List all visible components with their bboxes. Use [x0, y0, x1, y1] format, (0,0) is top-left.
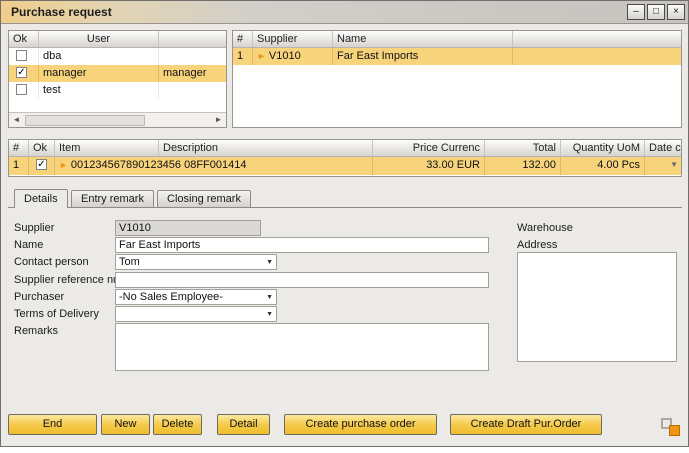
- items-col-date[interactable]: Date c: [645, 140, 681, 156]
- name-label: Name: [14, 239, 43, 251]
- terms-of-delivery-label: Terms of Delivery: [14, 308, 99, 320]
- suppliers-col-filler: [513, 31, 681, 47]
- item-code-cell: ►001234567890123456 08FF001414: [55, 157, 373, 175]
- suppliers-col-supplier[interactable]: Supplier: [253, 31, 333, 47]
- supplier-name-cell: Far East Imports: [333, 48, 513, 65]
- user-row-manager[interactable]: ✓ manager manager: [9, 65, 226, 82]
- items-col-number[interactable]: #: [9, 140, 29, 156]
- delete-button[interactable]: Delete: [153, 414, 202, 435]
- items-grid-header: # Ok Item Description Price Currenc Tota…: [9, 140, 681, 157]
- user-ok-checkbox[interactable]: ✓: [16, 67, 27, 78]
- create-purchase-order-button[interactable]: Create purchase order: [284, 414, 437, 435]
- tab-strip-divider: [8, 207, 682, 208]
- items-grid: # Ok Item Description Price Currenc Tota…: [8, 139, 682, 177]
- items-col-quantity[interactable]: Quantity UoM: [561, 140, 645, 156]
- supplier-reference-label: Supplier reference nu: [14, 274, 119, 286]
- end-button[interactable]: End: [8, 414, 97, 435]
- suppliers-col-number[interactable]: #: [233, 31, 253, 47]
- name-field[interactable]: [115, 237, 489, 253]
- item-price-cell: 33.00 EUR: [373, 157, 485, 175]
- item-quantity-cell: 4.00 Pcs: [561, 157, 645, 175]
- supplier-code-cell: ►V1010: [253, 48, 333, 65]
- remarks-label: Remarks: [14, 325, 58, 337]
- link-arrow-icon[interactable]: ►: [59, 160, 68, 170]
- items-col-total[interactable]: Total: [485, 140, 561, 156]
- window-controls: – □ ×: [627, 4, 685, 20]
- warehouse-label: Warehouse: [517, 222, 573, 234]
- terms-of-delivery-select[interactable]: ▼: [115, 306, 277, 322]
- users-col-extra: [159, 31, 226, 47]
- suppliers-grid: # Supplier Name 1 ►V1010 Far East Import…: [232, 30, 682, 128]
- create-draft-purchase-order-button[interactable]: Create Draft Pur.Order: [450, 414, 602, 435]
- tab-closing-remark[interactable]: Closing remark: [157, 190, 251, 207]
- users-horizontal-scrollbar[interactable]: ◄ ►: [9, 112, 226, 127]
- items-col-item[interactable]: Item: [55, 140, 159, 156]
- supplier-row-number: 1: [233, 48, 253, 65]
- minimize-button[interactable]: –: [627, 4, 645, 20]
- users-col-ok[interactable]: Ok: [9, 31, 39, 47]
- supplier-code: V1010: [269, 50, 301, 62]
- user-name-cell: dba: [39, 48, 159, 65]
- contact-person-select[interactable]: Tom ▼: [115, 254, 277, 270]
- scrollbar-thumb[interactable]: [25, 115, 145, 126]
- close-button[interactable]: ×: [667, 4, 685, 20]
- new-button[interactable]: New: [101, 414, 150, 435]
- user-extra-cell: [159, 82, 226, 99]
- supplier-label: Supplier: [14, 222, 54, 234]
- detail-button[interactable]: Detail: [217, 414, 270, 435]
- supplier-row[interactable]: 1 ►V1010 Far East Imports: [233, 48, 681, 65]
- address-label: Address: [517, 239, 557, 251]
- title-bar[interactable]: Purchase request – □ ×: [1, 1, 688, 24]
- user-row-dba[interactable]: dba: [9, 48, 226, 65]
- user-ok-checkbox[interactable]: [16, 84, 27, 95]
- scroll-right-icon[interactable]: ►: [211, 113, 226, 127]
- user-row-test[interactable]: test: [9, 82, 226, 99]
- chevron-down-icon[interactable]: ▼: [266, 259, 273, 266]
- resize-grip[interactable]: [669, 425, 680, 436]
- chevron-down-icon[interactable]: ▼: [266, 294, 273, 301]
- user-ok-checkbox[interactable]: [16, 50, 27, 61]
- items-col-ok[interactable]: Ok: [29, 140, 55, 156]
- user-extra-cell: [159, 48, 226, 65]
- scroll-left-icon[interactable]: ◄: [9, 113, 24, 127]
- maximize-button[interactable]: □: [647, 4, 665, 20]
- users-grid-header: Ok User: [9, 31, 226, 48]
- item-row-number: 1: [9, 157, 29, 175]
- items-col-price[interactable]: Price Currenc: [373, 140, 485, 156]
- suppliers-grid-header: # Supplier Name: [233, 31, 681, 48]
- item-row[interactable]: 1 ✓ ►001234567890123456 08FF001414 33.00…: [9, 157, 681, 175]
- item-ok-checkbox[interactable]: ✓: [36, 159, 47, 170]
- purchase-request-window: Purchase request – □ × Ok User dba ✓ man…: [0, 0, 689, 447]
- scroll-down-icon[interactable]: ▼: [670, 160, 678, 169]
- users-grid: Ok User dba ✓ manager manager test ◄ ►: [8, 30, 227, 128]
- supplier-field[interactable]: [115, 220, 261, 236]
- window-title: Purchase request: [11, 5, 112, 19]
- purchaser-value: -No Sales Employee-: [119, 291, 223, 303]
- chevron-down-icon[interactable]: ▼: [266, 311, 273, 318]
- item-code: 001234567890123456 08FF001414: [71, 159, 247, 171]
- link-arrow-icon[interactable]: ►: [257, 51, 266, 61]
- contact-person-label: Contact person: [14, 256, 89, 268]
- contact-person-value: Tom: [119, 256, 140, 268]
- user-name-cell: manager: [39, 65, 159, 82]
- items-col-description[interactable]: Description: [159, 140, 373, 156]
- purchaser-label: Purchaser: [14, 291, 64, 303]
- user-name-cell: test: [39, 82, 159, 99]
- tab-entry-remark[interactable]: Entry remark: [71, 190, 154, 207]
- supplier-reference-field[interactable]: [115, 272, 489, 288]
- suppliers-col-name[interactable]: Name: [333, 31, 513, 47]
- item-total-cell: 132.00: [485, 157, 561, 175]
- user-extra-cell: manager: [159, 65, 226, 82]
- tab-details[interactable]: Details: [14, 189, 68, 208]
- address-box[interactable]: [517, 252, 677, 362]
- purchaser-select[interactable]: -No Sales Employee- ▼: [115, 289, 277, 305]
- remarks-textarea[interactable]: [115, 323, 489, 371]
- users-col-user[interactable]: User: [39, 31, 159, 47]
